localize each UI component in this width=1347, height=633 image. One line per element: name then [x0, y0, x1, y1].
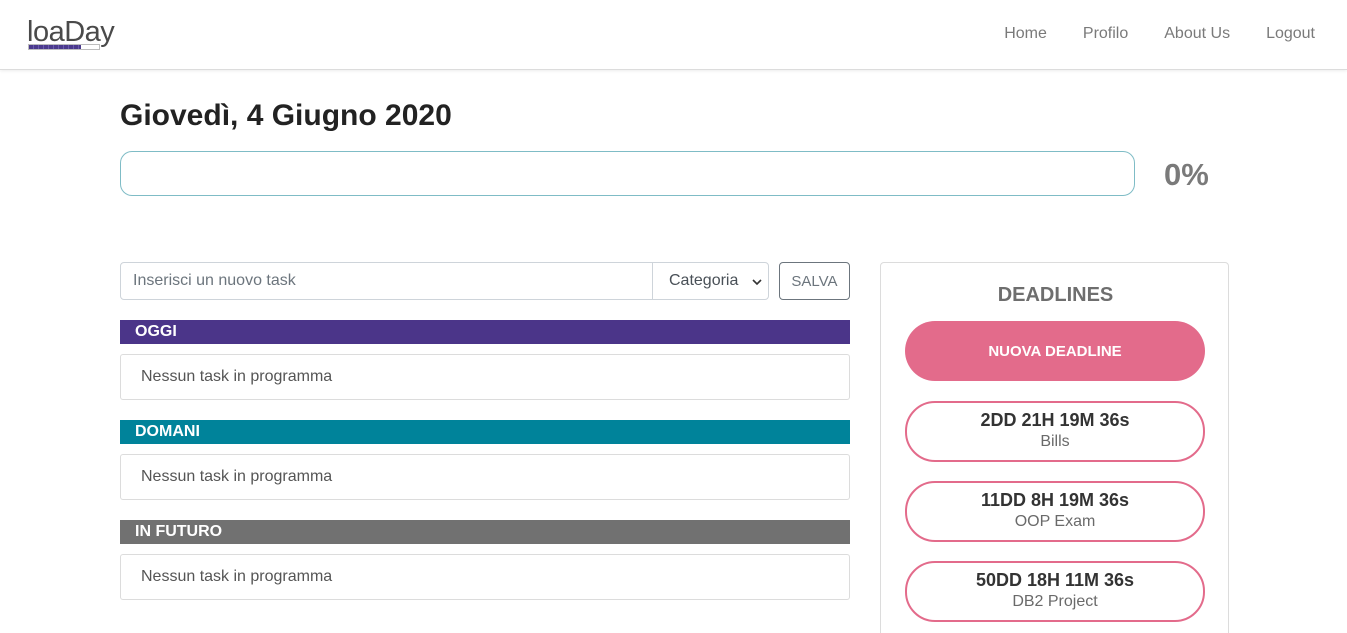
- deadline-countdown: 2DD 21H 19M 36s: [980, 410, 1130, 430]
- deadline-name: Bills: [1040, 433, 1070, 450]
- new-task-input[interactable]: [120, 262, 653, 300]
- daily-progress-bar: [120, 151, 1135, 196]
- nav-link-home[interactable]: Home: [1004, 24, 1047, 44]
- deadline-item[interactable]: 50DD 18H 11M 36s DB2 Project: [905, 561, 1205, 622]
- brand-logo[interactable]: loaDay: [27, 14, 117, 54]
- new-deadline-button[interactable]: NUOVA DEADLINE: [905, 321, 1205, 381]
- section-header-oggi: OGGI: [120, 320, 850, 344]
- deadline-countdown: 50DD 18H 11M 36s: [975, 570, 1135, 590]
- chevron-down-icon: [752, 279, 762, 286]
- new-task-form: Categoria SALVA: [120, 262, 850, 300]
- deadline-countdown: 11DD 8H 19M 36s: [980, 490, 1130, 510]
- category-select-value: Categoria: [669, 272, 739, 289]
- deadline-item[interactable]: 2DD 21H 19M 36s Bills: [905, 401, 1205, 462]
- empty-task-message: Nessun task in programma: [141, 368, 333, 385]
- logo-loading-bar-fill: [29, 45, 81, 49]
- deadline-name: OOP Exam: [1014, 513, 1096, 530]
- category-select[interactable]: Categoria: [652, 262, 769, 300]
- section-header-domani: DOMANI: [120, 420, 850, 444]
- nav-link-about-us[interactable]: About Us: [1164, 24, 1230, 44]
- deadline-item[interactable]: 11DD 8H 19M 36s OOP Exam: [905, 481, 1205, 542]
- page-title-date: Giovedì, 4 Giugno 2020: [120, 99, 452, 132]
- save-task-button[interactable]: SALVA: [779, 262, 850, 300]
- section-header-in-futuro: IN FUTURO: [120, 520, 850, 544]
- nav-link-profilo[interactable]: Profilo: [1083, 24, 1128, 44]
- deadline-name: DB2 Project: [1012, 593, 1098, 610]
- deadlines-panel: DEADLINES NUOVA DEADLINE 2DD 21H 19M 36s…: [880, 262, 1229, 633]
- empty-task-message: Nessun task in programma: [141, 468, 333, 485]
- section-list-domani: Nessun task in programma: [120, 454, 850, 500]
- nav-link-logout[interactable]: Logout: [1266, 24, 1315, 44]
- deadlines-title: DEADLINES: [997, 284, 1114, 306]
- navbar: loaDay Home Profilo About Us Logout: [0, 0, 1347, 70]
- empty-task-message: Nessun task in programma: [141, 568, 333, 585]
- section-list-oggi: Nessun task in programma: [120, 354, 850, 400]
- nav-links: Home Profilo About Us Logout: [1004, 24, 1315, 44]
- daily-progress-percent: 0%: [1164, 157, 1209, 192]
- section-list-in-futuro: Nessun task in programma: [120, 554, 850, 600]
